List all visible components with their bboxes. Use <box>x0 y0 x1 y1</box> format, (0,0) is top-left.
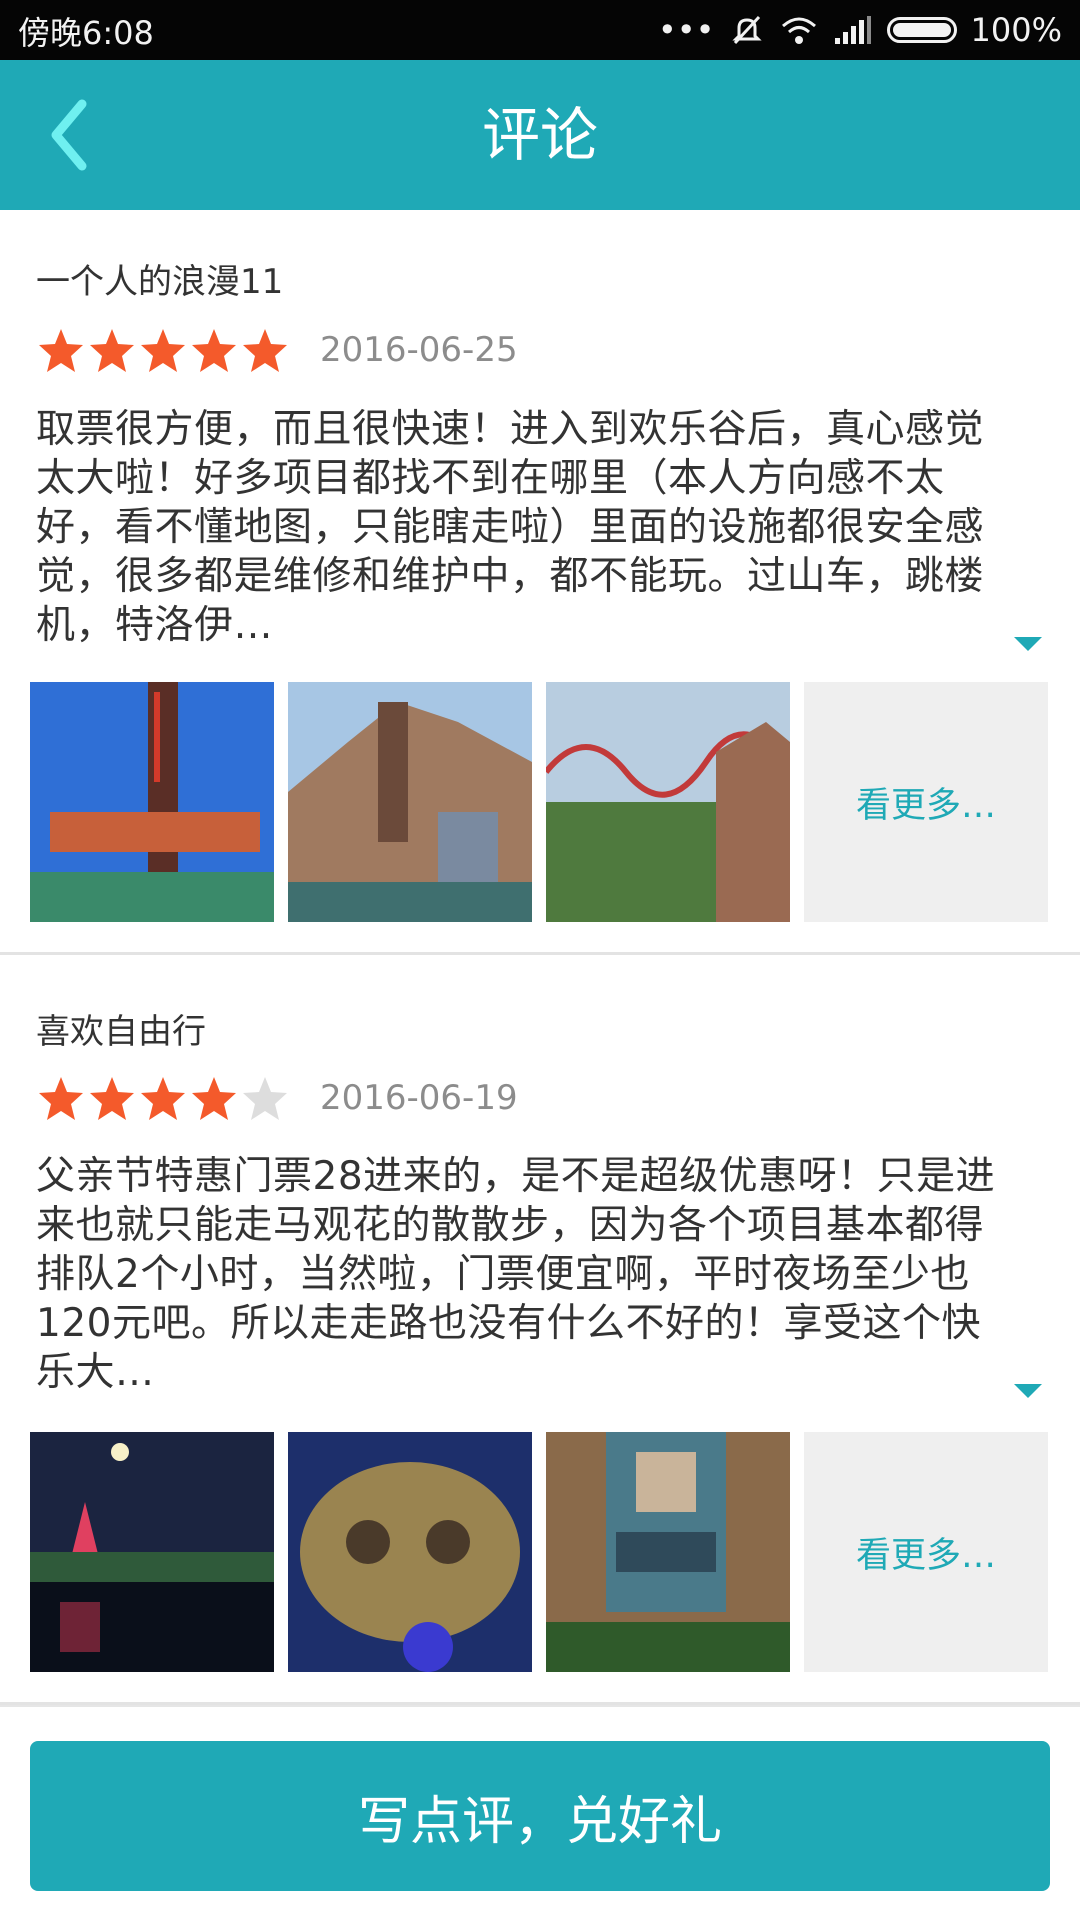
page-title: 评论 <box>481 101 598 169</box>
star-rating <box>36 326 290 376</box>
review-photos: 看更多… <box>30 1432 1048 1672</box>
review-photo[interactable] <box>288 1432 532 1672</box>
star-icon <box>243 329 287 372</box>
review-card: 一个人的浪漫11 2016-06-25 取票很方便，而且很快速！进入到欢乐谷后，… <box>0 210 1080 955</box>
castle-photo-icon <box>288 682 532 922</box>
review-photo[interactable] <box>30 682 274 922</box>
review-photos: 看更多… <box>30 682 1048 922</box>
star-icon <box>192 1077 236 1120</box>
drop-tower-photo-icon <box>30 682 274 922</box>
review-photo[interactable] <box>30 1432 274 1672</box>
app-bar: 评论 <box>0 60 1080 210</box>
star-icon <box>141 329 185 372</box>
wifi-icon <box>781 17 816 44</box>
review-photo[interactable] <box>546 1432 790 1672</box>
star-icon <box>39 329 83 372</box>
bottom-bar: 写点评，兑好礼 <box>0 1705 1080 1922</box>
star-icon <box>90 1077 134 1120</box>
review-date: 2016-06-25 <box>320 330 518 370</box>
review-card: 喜欢自由行 2016-06-19 父亲节特惠门票28进来的，是不是超级优惠呀！只… <box>0 958 1080 1705</box>
review-text: 取票很方便，而且很快速！进入到欢乐谷后，真心感觉太大啦！好多项目都找不到在哪里（… <box>36 407 985 648</box>
star-rating <box>36 1074 290 1124</box>
star-icon <box>39 1077 83 1120</box>
battery-icon <box>886 17 957 43</box>
status-bar: 傍晚6:08 ••• 100% <box>0 0 1080 60</box>
status-icons: ••• 100% <box>658 8 1062 52</box>
see-more-tile[interactable]: 看更多… <box>804 1432 1048 1672</box>
review-text: 父亲节特惠门票28进来的，是不是超级优惠呀！只是进来也就只能走马观花的散散步，因… <box>36 1154 996 1395</box>
write-review-button[interactable]: 写点评，兑好礼 <box>30 1741 1050 1891</box>
review-username: 一个人的浪漫11 <box>36 262 284 302</box>
rollercoaster-photo-icon <box>546 682 790 922</box>
star-icon <box>90 329 134 372</box>
signal-icon <box>834 16 871 44</box>
carved-rock-photo-icon <box>288 1432 532 1672</box>
star-icon <box>192 329 236 372</box>
see-more-tile[interactable]: 看更多… <box>804 682 1048 922</box>
review-date: 2016-06-19 <box>320 1078 518 1118</box>
review-username: 喜欢自由行 <box>36 1012 206 1052</box>
battery-percent: 100% <box>970 11 1062 49</box>
star-icon <box>141 1077 185 1120</box>
mayan-mask-photo-icon <box>546 1432 790 1672</box>
night-castle-photo-icon <box>30 1432 274 1672</box>
divider <box>0 952 1080 955</box>
star-empty-icon <box>243 1077 287 1120</box>
expand-arrow-icon[interactable] <box>1012 635 1044 655</box>
status-time: 傍晚6:08 <box>18 14 154 52</box>
more-dots-icon: ••• <box>657 11 715 49</box>
review-photo[interactable] <box>546 682 790 922</box>
mute-icon <box>731 15 762 45</box>
expand-arrow-icon[interactable] <box>1012 1382 1044 1402</box>
review-photo[interactable] <box>288 682 532 922</box>
